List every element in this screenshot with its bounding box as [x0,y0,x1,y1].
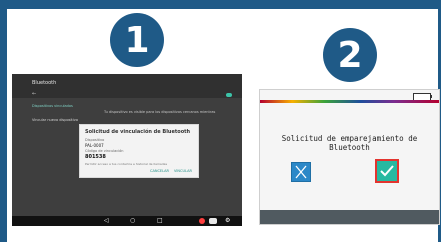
visibility-notice: Tu dispositivo es visible para los dispo… [104,110,216,114]
step-badge-2: 2 [323,28,377,82]
app-title: Bluetooth [32,80,57,86]
pairing-dialog: Solicitud de vinculación de Bluetooth Di… [79,124,199,178]
step-badge-1: 1 [110,13,164,67]
camera-icon[interactable] [209,218,217,224]
record-icon[interactable] [199,218,205,224]
device-label: Dispositivo [85,138,105,142]
check-icon [380,165,394,177]
frame-left-bar [0,0,7,242]
code-label: Código de vinculación [85,149,124,153]
dialog-help-text: Permitir acceso a tus contactos e histor… [85,162,168,166]
dialog-title: Solicitud de vinculación de Bluetooth [85,129,191,135]
android-nav-bar: ◁ ○ □ ⚙ [12,216,242,226]
nav-home-icon[interactable]: ○ [130,217,135,224]
frame-top-bar [0,0,441,9]
bluetooth-toggle[interactable] [226,93,232,97]
settings-gear-icon[interactable]: ⚙ [225,217,230,224]
pair-new-device-row[interactable]: Vincular nuevo dispositivo [32,118,78,122]
battery-tip [430,95,432,98]
dialog-pair-button[interactable]: VINCULAR [174,169,192,173]
color-stripe [260,100,439,103]
nav-back-icon[interactable]: ◁ [104,217,109,224]
paired-devices-link[interactable]: Dispositivos vinculados [32,104,73,108]
pairing-code: 801538 [85,154,106,160]
nav-recent-apps-icon[interactable]: □ [157,217,163,224]
bottom-strip [260,210,439,224]
app-bar: Bluetooth ← [12,74,242,98]
device-pairing-screenshot: Solicitud de emparejamiento de Bluetooth [259,89,440,225]
x-icon [295,165,307,179]
dialog-cancel-button[interactable]: CANCELAR [150,169,169,173]
confirm-pairing-button[interactable] [375,159,399,183]
pairing-request-title: Solicitud de emparejamiento de Bluetooth [281,134,418,152]
back-arrow-icon[interactable]: ← [32,91,36,97]
cancel-pairing-button[interactable] [291,162,311,182]
device-name: PAL-0007 [85,143,104,148]
android-settings-screenshot: Bluetooth ← Dispositivos vinculados Tu d… [12,74,242,226]
